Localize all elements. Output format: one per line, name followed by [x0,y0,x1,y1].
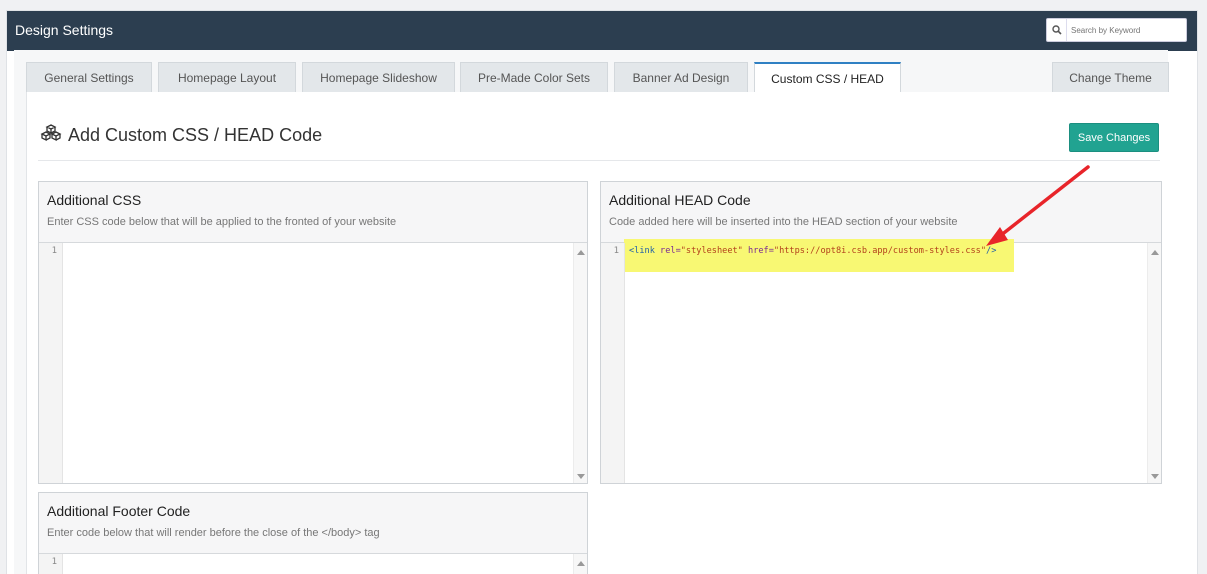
head-editor-scrollbar[interactable] [1147,243,1161,483]
heading-divider [38,160,1160,161]
top-bar: Design Settings [7,11,1197,51]
additional-head-title: Additional HEAD Code [609,192,751,208]
tab-change-theme[interactable]: Change Theme [1052,62,1169,93]
additional-footer-title: Additional Footer Code [47,503,191,519]
tab-homepage-slideshow[interactable]: Homepage Slideshow [302,62,455,93]
search-input[interactable] [1067,25,1177,35]
cubes-icon [40,124,62,147]
scroll-up-icon[interactable] [1151,250,1159,255]
line-number: 1 [39,243,63,483]
head-code-editor[interactable]: 1 <link rel="stylesheet" href="https://o… [601,239,1161,483]
tab-banner-ad-design[interactable]: Banner Ad Design [614,62,748,93]
css-editor-scrollbar[interactable] [573,243,587,483]
line-number: 1 [39,554,63,574]
additional-css-section: Additional CSS Enter CSS code below that… [38,181,588,484]
tab-general-settings[interactable]: General Settings [26,62,152,93]
scroll-down-icon[interactable] [1151,474,1159,479]
head-code-line[interactable]: <link rel="stylesheet" href="https://opt… [629,246,996,256]
scroll-down-icon[interactable] [577,474,585,479]
additional-footer-description: Enter code below that will render before… [47,527,380,539]
scroll-up-icon[interactable] [577,561,585,566]
save-changes-button[interactable]: Save Changes [1069,123,1159,152]
additional-head-section: Additional HEAD Code Code added here wil… [600,181,1162,484]
line-number: 1 [601,243,625,483]
additional-footer-section: Additional Footer Code Enter code below … [38,492,588,574]
css-code-editor[interactable]: 1 [39,242,587,483]
heading-text: Add Custom CSS / HEAD Code [68,125,323,145]
search-box[interactable] [1046,18,1187,42]
tab-pre-made-color-sets[interactable]: Pre-Made Color Sets [460,62,608,93]
tab-homepage-layout[interactable]: Homepage Layout [158,62,296,93]
additional-head-description: Code added here will be inserted into th… [609,216,958,228]
footer-code-editor[interactable]: 1 [39,553,587,574]
page-title: Design Settings [15,22,114,38]
footer-editor-scrollbar[interactable] [573,554,587,574]
search-icon[interactable] [1047,19,1067,41]
tab-custom-css-head[interactable]: Custom CSS / HEAD [754,62,901,93]
additional-css-description: Enter CSS code below that will be applie… [47,216,397,228]
section-heading: Add Custom CSS / HEAD Code [40,124,322,147]
scroll-up-icon[interactable] [577,250,585,255]
additional-css-title: Additional CSS [47,192,142,208]
